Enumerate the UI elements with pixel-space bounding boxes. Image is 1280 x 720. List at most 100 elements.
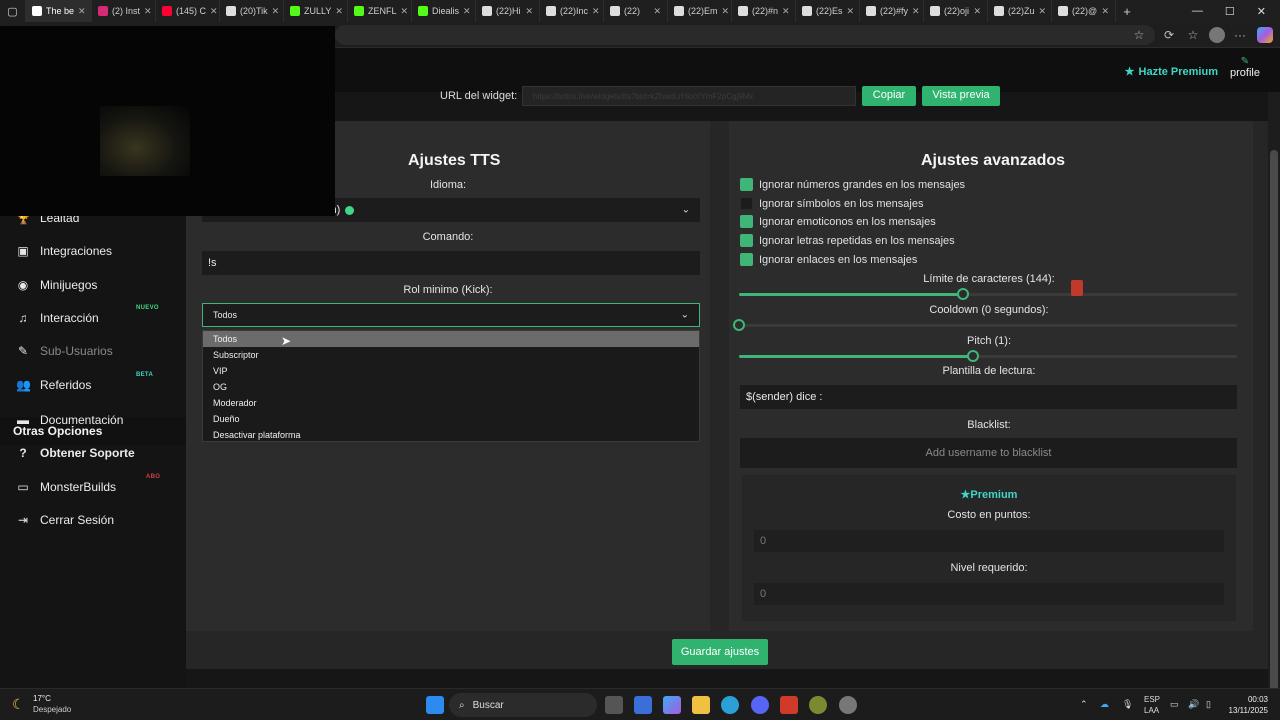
browser-tab[interactable]: (2) Inst ✕ [92, 0, 156, 22]
sidebar-item[interactable]: ▣ Integraciones [16, 244, 166, 258]
sidebar-other-item[interactable]: ? Obtener Soporte [16, 446, 166, 460]
language-indicator[interactable]: ESP LAA [1144, 694, 1160, 716]
task-view-icon[interactable] [605, 696, 623, 714]
settings-icon[interactable] [839, 696, 857, 714]
browser-tab[interactable]: (22)Zu ✕ [988, 0, 1052, 22]
role-option[interactable]: VIP [203, 363, 699, 379]
tab-close-icon[interactable]: ✕ [401, 6, 409, 17]
url-box[interactable] [335, 25, 1155, 45]
browser-tab[interactable]: (22)Es ✕ [796, 0, 860, 22]
favorites-icon[interactable]: ☆ [1185, 27, 1201, 43]
onedrive-icon[interactable]: ☁ [1100, 699, 1109, 710]
char-limit-handle[interactable] [957, 288, 970, 300]
tab-close-icon[interactable]: ✕ [78, 6, 86, 17]
copilot-icon[interactable] [1257, 27, 1273, 43]
tab-close-icon[interactable]: ✕ [782, 6, 790, 17]
taskbar-search[interactable]: ⌕ Buscar [449, 693, 597, 717]
sidebar-other-item[interactable]: ▭ MonsterBuilds [16, 480, 166, 494]
tray-chevron-icon[interactable]: ⌃ [1080, 699, 1088, 710]
network-icon[interactable]: ▭ [1170, 699, 1179, 710]
tab-close-icon[interactable]: ✕ [144, 6, 152, 17]
browser-tab[interactable]: ZENFL ✕ [348, 0, 412, 22]
save-settings-button[interactable]: Guardar ajustes [672, 639, 768, 665]
browser-tab[interactable]: (22)#fy ✕ [860, 0, 924, 22]
browser-tab[interactable]: (22)#n ✕ [732, 0, 796, 22]
ignore-checkbox-row[interactable]: Ignorar enlaces en los mensajes [740, 253, 917, 266]
template-input[interactable]: $(sender) dice : [740, 385, 1237, 409]
blacklist-input[interactable]: Add username to blacklist [740, 438, 1237, 468]
browser-tab[interactable]: (22)Em ✕ [668, 0, 732, 22]
browser-menu-button[interactable]: ▢ [0, 0, 26, 22]
role-option[interactable]: Desactivar plataforma [203, 427, 699, 443]
browser-tab[interactable]: (22)Inc ✕ [540, 0, 604, 22]
discord-icon[interactable] [751, 696, 769, 714]
tab-close-icon[interactable]: ✕ [335, 6, 343, 17]
checkbox[interactable] [740, 253, 753, 266]
favorite-star-icon[interactable]: ☆ [1131, 27, 1147, 43]
volume-icon[interactable]: 🔊 [1188, 699, 1199, 710]
tab-close-icon[interactable]: ✕ [653, 6, 661, 17]
role-option[interactable]: Moderador [203, 395, 699, 411]
tab-close-icon[interactable]: ✕ [272, 6, 280, 17]
role-option[interactable]: Dueño [203, 411, 699, 427]
ignore-checkbox-row[interactable]: Ignorar números grandes en los mensajes [740, 178, 965, 191]
sidebar-item[interactable]: 👥 Referidos [16, 378, 166, 392]
tab-close-icon[interactable]: ✕ [463, 6, 471, 17]
browser-tab[interactable]: (22)@ ✕ [1052, 0, 1116, 22]
checkbox[interactable] [740, 197, 753, 210]
sidebar-other-item[interactable]: ▬ Documentación [16, 413, 166, 427]
app-green-icon[interactable] [809, 696, 827, 714]
cooldown-slider[interactable] [733, 319, 1237, 331]
browser-profile-avatar[interactable] [1209, 27, 1225, 43]
role-option[interactable]: Todos [203, 331, 699, 347]
tab-close-icon[interactable]: ✕ [592, 6, 600, 17]
premium-link[interactable]: ★ Hazte Premium [1125, 65, 1218, 79]
level-input[interactable]: 0 [754, 583, 1224, 605]
cooldown-handle[interactable] [733, 319, 745, 331]
sidebar-item[interactable]: ♫ Interacción [16, 311, 166, 325]
tab-close-icon[interactable]: ✕ [1039, 6, 1047, 17]
browser-tab[interactable]: Diealis ✕ [412, 0, 476, 22]
page-scrollbar[interactable] [1268, 92, 1280, 688]
copy-button[interactable]: Copiar [862, 86, 916, 106]
widget-url-input[interactable]: https://botrix.live/widgets/tts?bid=kZhw… [522, 86, 856, 106]
browser-tab[interactable]: (22) ✕ [604, 0, 668, 22]
more-menu-icon[interactable]: ··· [1232, 27, 1248, 43]
tab-close-icon[interactable]: ✕ [973, 6, 981, 17]
close-window-icon[interactable]: ✕ [1257, 5, 1266, 18]
windows-start-icon[interactable] [426, 696, 444, 714]
sidebar-item[interactable]: ◉ Minijuegos [16, 278, 166, 292]
profile-link[interactable]: ✎ profile [1228, 56, 1262, 79]
cost-input[interactable]: 0 [754, 530, 1224, 552]
char-limit-slider[interactable] [739, 288, 1237, 300]
copilot-taskbar-icon[interactable] [663, 696, 681, 714]
video-overlay[interactable] [0, 26, 335, 216]
new-tab-button[interactable]: + [1116, 0, 1138, 22]
clock[interactable]: 00:03 13/11/2025 [1222, 694, 1268, 716]
ignore-checkbox-row[interactable]: Ignorar emoticonos en los mensajes [740, 215, 936, 228]
tab-close-icon[interactable]: ✕ [525, 6, 533, 17]
checkbox[interactable] [740, 215, 753, 228]
tab-close-icon[interactable]: ✕ [912, 6, 920, 17]
checkbox[interactable] [740, 178, 753, 191]
ignore-checkbox-row[interactable]: Ignorar letras repetidas en los mensajes [740, 234, 955, 247]
scrollbar-thumb[interactable] [1270, 150, 1278, 688]
store-icon[interactable] [634, 696, 652, 714]
maximize-icon[interactable]: ☐ [1225, 5, 1235, 18]
role-option[interactable]: Subscriptor [203, 347, 699, 363]
tab-close-icon[interactable]: ✕ [1101, 6, 1109, 17]
browser-tab[interactable]: ZULLY ✕ [284, 0, 348, 22]
minimize-icon[interactable]: — [1192, 5, 1203, 17]
pitch-handle[interactable] [967, 350, 980, 362]
sidebar-item[interactable]: ✎ Sub-Usuarios [16, 344, 166, 358]
browser-tab[interactable]: (145) C ✕ [156, 0, 220, 22]
tab-close-icon[interactable]: ✕ [847, 6, 855, 17]
battery-icon[interactable]: ▯ [1206, 699, 1211, 710]
ignore-checkbox-row[interactable]: Ignorar símbolos en los mensajes [740, 197, 923, 210]
browser-tab[interactable]: (20)Tik ✕ [220, 0, 284, 22]
microphone-icon[interactable]: 🎙 [1122, 699, 1133, 710]
command-input[interactable]: !s [202, 251, 700, 275]
preview-button[interactable]: Vista previa [922, 86, 1000, 106]
sidebar-other-item[interactable]: ⇥ Cerrar Sesión [16, 513, 166, 527]
file-explorer-icon[interactable] [692, 696, 710, 714]
